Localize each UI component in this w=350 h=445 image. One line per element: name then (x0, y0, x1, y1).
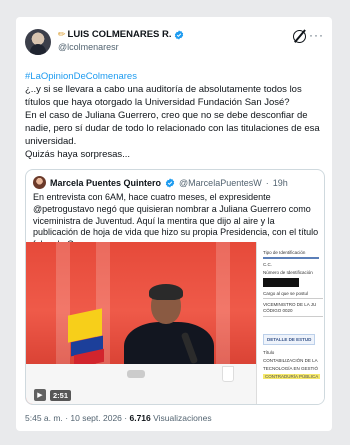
author-name-line[interactable]: ✏ LUIS COLMENARES R. (58, 29, 184, 40)
doc-highlight: CONTRADURÍA PÚBLICA (263, 374, 321, 379)
pencil-icon: ✏ (58, 29, 66, 39)
doc-field: Título (263, 350, 275, 355)
doc-field: Número de Identificación (263, 270, 313, 275)
quoted-tweet[interactable]: Marcela Puentes Quintero @MarcelaPuentes… (25, 169, 325, 405)
verified-badge-icon (165, 177, 175, 188)
video-duration: 2:51 (50, 389, 72, 401)
cup (222, 366, 234, 382)
doc-field: TECNOLOGÍA EN GESTIÓ (263, 366, 319, 371)
more-icon[interactable]: ··· (309, 28, 324, 42)
tweet-card: ✏ LUIS COLMENARES R. @lcolmenaresr ··· #… (16, 17, 332, 431)
verified-badge-icon (174, 29, 183, 40)
wall-stripe (216, 242, 230, 367)
document-image[interactable]: Tipo de Identificación C.C. Número de Id… (256, 242, 324, 404)
video-thumbnail[interactable]: ▶ 2:51 (26, 242, 256, 404)
mug (127, 370, 145, 378)
author-name[interactable]: LUIS COLMENARES R. (68, 29, 172, 40)
tweet-header: ✏ LUIS COLMENARES R. @lcolmenaresr ··· (25, 27, 324, 61)
tweet-time[interactable]: 5:45 a. m. (25, 413, 63, 423)
doc-field: Tipo de Identificación (263, 250, 306, 255)
redaction-bar (263, 278, 299, 287)
quoted-author-name: Marcela Puentes Quintero (50, 177, 162, 188)
doc-field: CONTABILIZACIÓN DE LA (263, 358, 318, 363)
quoted-tweet-age: 19h (272, 177, 288, 188)
speaker-hair (149, 284, 183, 300)
play-icon[interactable]: ▶ (34, 389, 46, 401)
author-avatar[interactable] (25, 29, 51, 55)
doc-section-header: DETALLE DE ESTUD (263, 334, 316, 345)
author-handle[interactable]: @lcolmenaresr (58, 42, 119, 52)
tweet-footer: 5:45 a. m. · 10 sept. 2026 · 6.716 Visua… (25, 413, 212, 423)
doc-divider (263, 316, 323, 317)
views-count[interactable]: 6.716 (129, 413, 150, 423)
quoted-author-avatar (33, 176, 46, 189)
separator-dot: · (265, 177, 269, 188)
doc-field: VICEMINISTRO DE LA JU (263, 302, 317, 307)
doc-field: Cargo al que se postul (263, 291, 309, 296)
hashtag-link[interactable]: #LaOpinionDeColmenares (25, 70, 327, 83)
tweet-date[interactable]: 10 sept. 2026 (70, 413, 122, 423)
doc-line (263, 257, 319, 259)
quoted-media[interactable]: ▶ 2:51 Tipo de Identificación C.C. Númer… (26, 242, 324, 404)
wall-stripe (56, 242, 70, 367)
doc-divider (263, 298, 323, 299)
tweet-body: ¿..y si se llevara a cabo una auditoría … (25, 84, 320, 160)
quoted-tweet-header: Marcela Puentes Quintero @MarcelaPuentes… (33, 176, 288, 189)
video-controls: ▶ 2:51 (34, 389, 72, 401)
views-label: Visualizaciones (153, 413, 212, 423)
quoted-author-handle: @MarcelaPuentesW (179, 177, 262, 188)
grok-icon[interactable] (293, 30, 306, 43)
tweet-text: #LaOpinionDeColmenares ¿..y si se llevar… (25, 70, 327, 161)
doc-field: C.C. (263, 262, 272, 267)
doc-field: CÓDIGO 0020 (263, 308, 293, 313)
